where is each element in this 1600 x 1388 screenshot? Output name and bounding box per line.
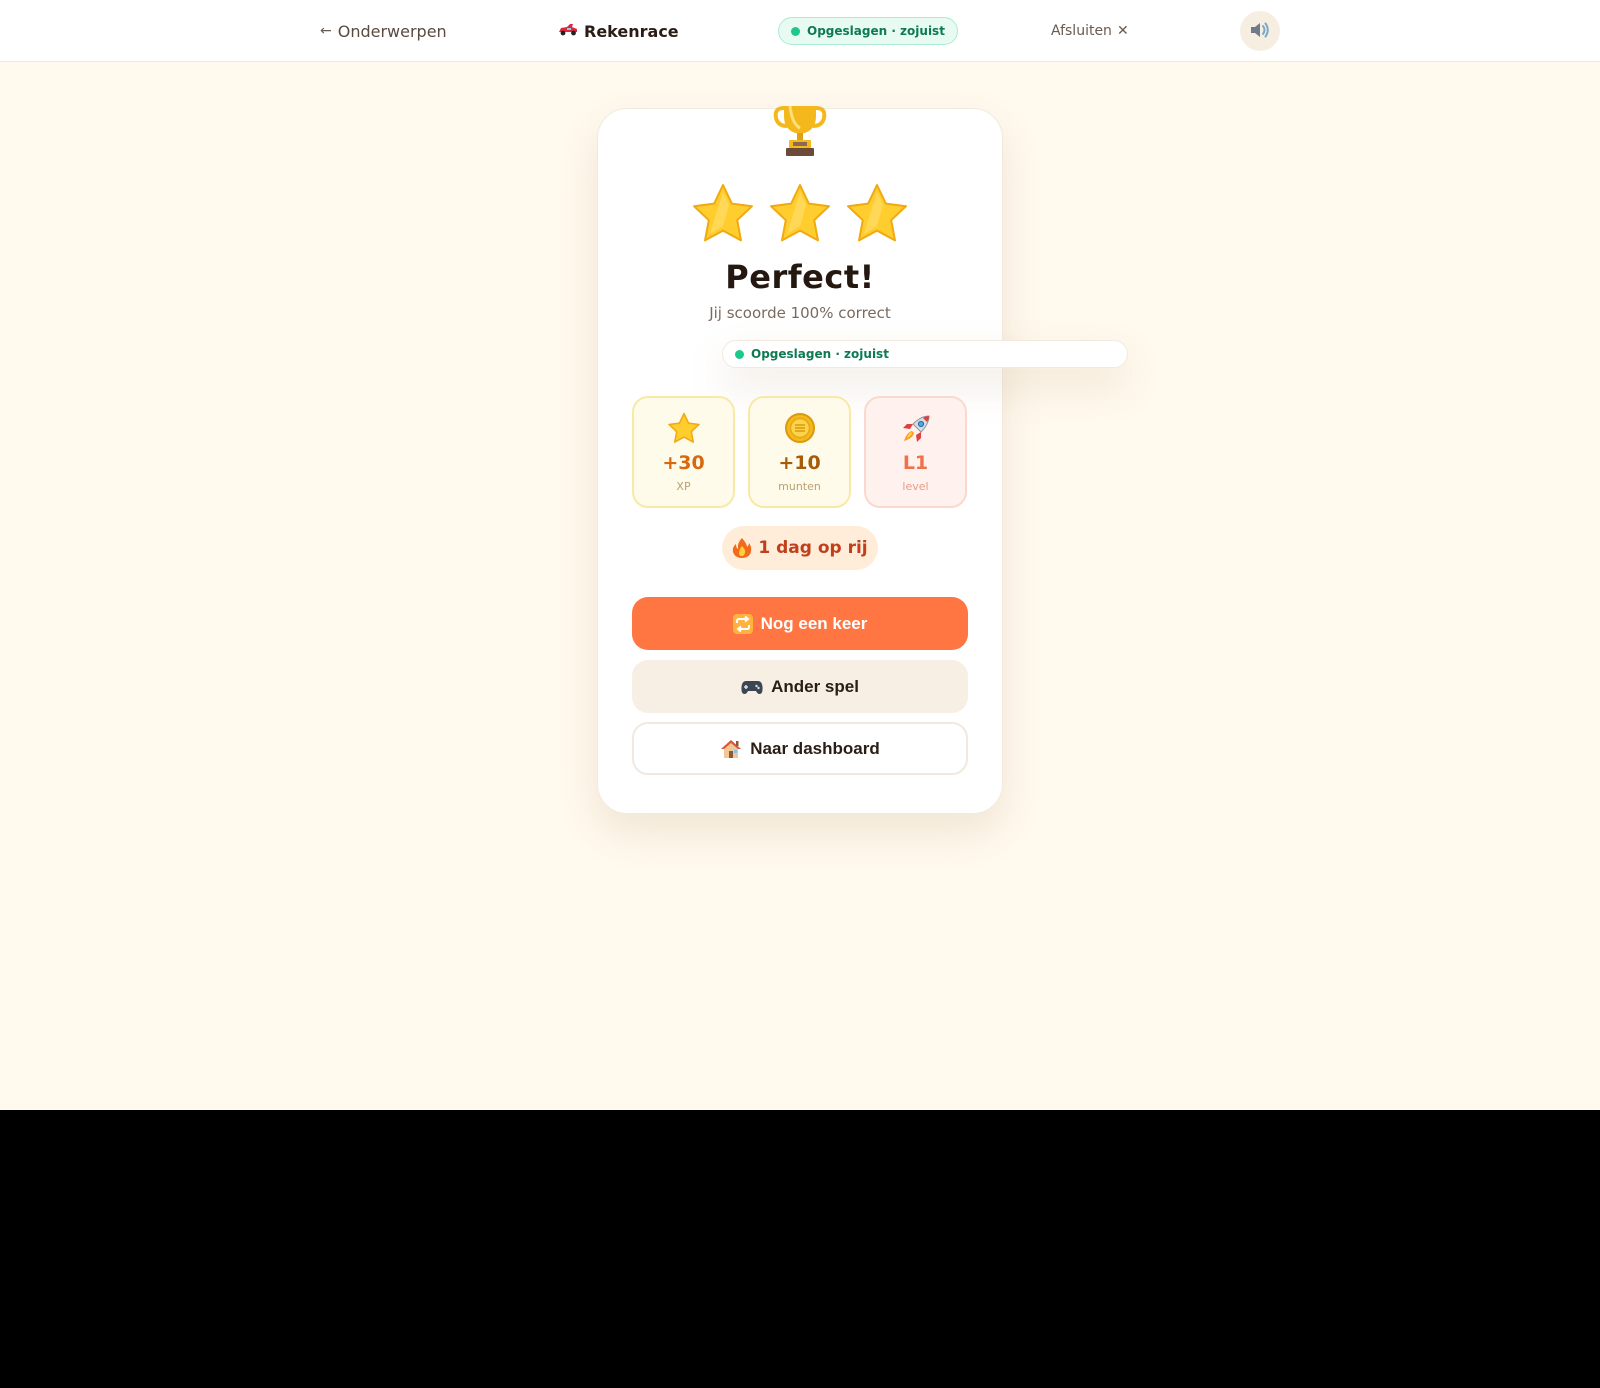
coin-icon: [784, 413, 815, 443]
app-viewport: ← Onderwerpen Rekenrace Opgeslagen · zoj…: [0, 0, 1600, 1110]
play-again-label: Nog een keer: [760, 613, 868, 633]
reward-label: XP: [676, 480, 691, 493]
game-title-text: Rekenrace: [584, 21, 679, 41]
close-icon: ✕: [1116, 23, 1129, 39]
rocket-icon: [902, 415, 930, 442]
star-icon: [770, 184, 830, 242]
star-icon: [847, 184, 907, 242]
status-dot-icon: [791, 26, 800, 36]
other-game-label: Ander spel: [771, 676, 859, 696]
save-status-badge: Opgeslagen · zojuist: [778, 17, 958, 45]
back-to-topics-link[interactable]: ← Onderwerpen: [320, 18, 447, 44]
result-title: Perfect!: [725, 258, 875, 296]
game-title: Rekenrace: [558, 18, 679, 44]
close-label: Afsluiten: [1051, 23, 1112, 39]
result-score-text: Jij scoorde 100% correct: [709, 304, 891, 322]
save-status-text: Opgeslagen · zojuist: [807, 24, 945, 38]
dashboard-button[interactable]: Naar dashboard: [632, 722, 968, 775]
star-rating: [690, 182, 910, 250]
other-game-button[interactable]: Ander spel: [632, 660, 968, 713]
arrow-left-icon: ←: [320, 23, 332, 39]
reward-value: +10: [778, 452, 821, 474]
empty-black-area: [0, 1110, 1600, 1388]
dashboard-label: Naar dashboard: [750, 738, 880, 758]
reward-tile-xp: +30 XP: [632, 396, 735, 508]
house-icon: [721, 739, 742, 758]
streak-badge: 1 dag op rij: [722, 526, 878, 570]
reward-tile-level: L1 level: [864, 396, 967, 508]
race-car-icon: [558, 22, 578, 40]
reward-value: L1: [902, 452, 929, 474]
reward-value: +30: [662, 452, 705, 474]
game-controller-icon: [741, 680, 763, 694]
status-dot-icon: [735, 349, 744, 359]
card-save-status-text: Opgeslagen · zojuist: [751, 347, 889, 361]
fire-icon: [733, 538, 752, 558]
back-label: Onderwerpen: [337, 21, 447, 41]
star-icon: [693, 184, 753, 242]
sound-toggle-button[interactable]: [1240, 11, 1280, 51]
reward-tile-coins: +10 munten: [748, 396, 851, 508]
reward-label: level: [902, 480, 929, 493]
trophy-icon: [770, 106, 830, 158]
card-save-status-badge: Opgeslagen · zojuist: [722, 340, 1128, 368]
close-game-link[interactable]: Afsluiten ✕: [1051, 18, 1129, 44]
star-icon: [667, 412, 700, 443]
speaker-icon: [1249, 20, 1271, 43]
play-again-button[interactable]: Nog een keer: [632, 597, 968, 650]
top-navigation-bar: ← Onderwerpen Rekenrace Opgeslagen · zoj…: [0, 0, 1600, 62]
streak-text: 1 dag op rij: [758, 538, 868, 558]
repeat-icon: [732, 613, 753, 634]
reward-label: munten: [778, 480, 821, 493]
